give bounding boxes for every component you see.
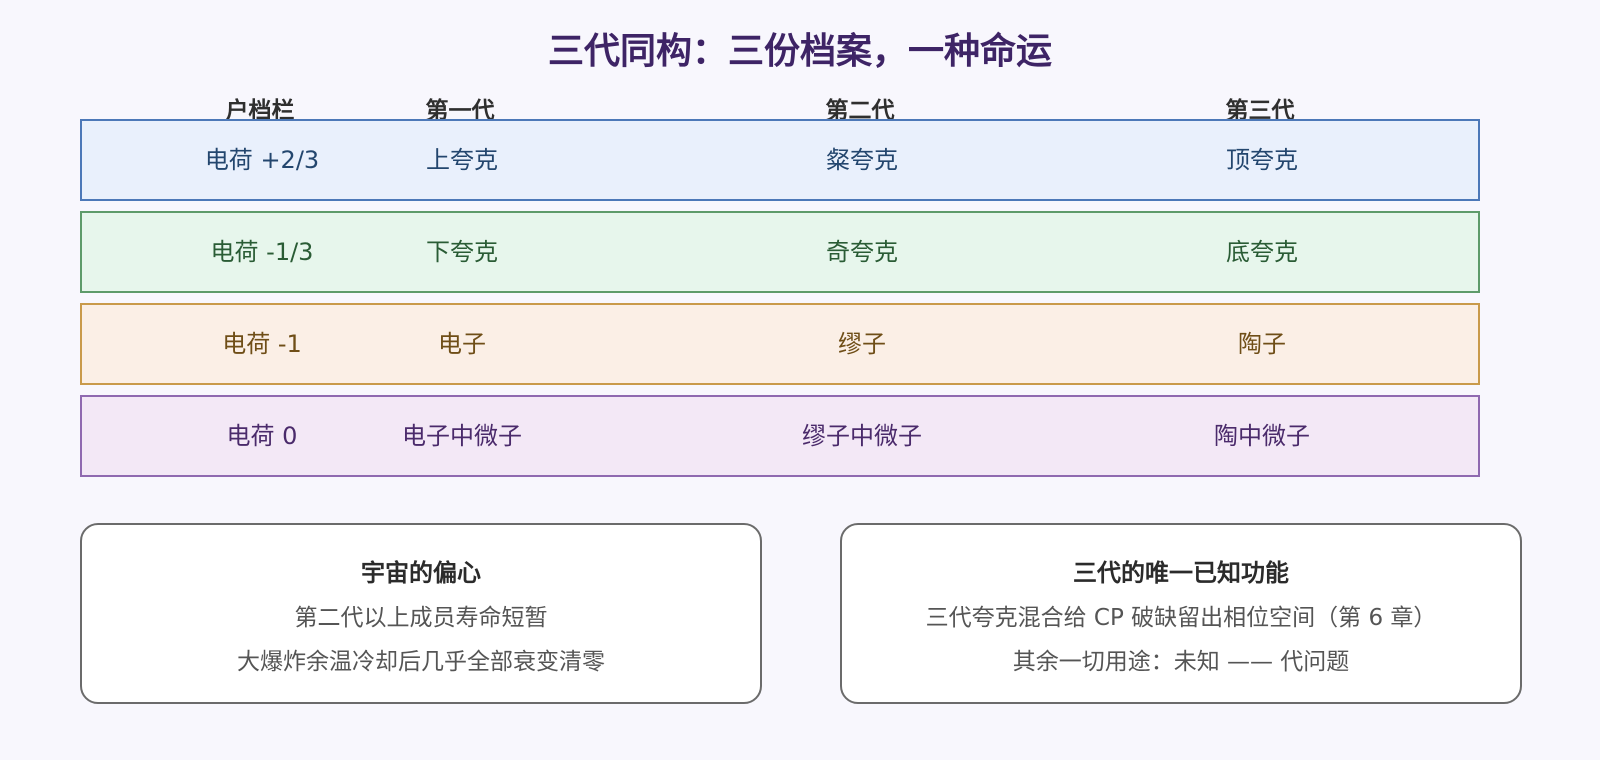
page-title: 三代同构：三份档案，一种命运 xyxy=(547,31,1052,72)
table-row-charge-minus-one-third: 电荷 -1/3 下夸克 奇夸克 底夸克 xyxy=(80,211,1480,293)
cell-generation-2: 粲夸克 xyxy=(826,146,898,174)
note-box-line: 大爆炸余温冷却后几乎全部衰变清零 xyxy=(237,649,605,675)
note-box-line: 三代夸克混合给 CP 破缺留出相位空间（第 6 章） xyxy=(925,605,1437,631)
note-box-line: 其余一切用途：未知 —— 代问题 xyxy=(1012,649,1350,675)
note-box-title: 宇宙的偏心 xyxy=(361,559,481,587)
cell-generation-1: 电子中微子 xyxy=(402,422,522,450)
note-box-title: 三代的唯一已知功能 xyxy=(1073,559,1289,587)
cell-generation-2: 缪子 xyxy=(838,330,886,358)
cell-generation-3: 顶夸克 xyxy=(1226,146,1298,174)
table-row-charge-minus-one: 电荷 -1 电子 缪子 陶子 xyxy=(80,303,1480,385)
cell-generation-3: 陶子 xyxy=(1238,330,1286,358)
cell-generation-1: 上夸克 xyxy=(426,146,498,174)
note-box-cosmic-bias: 宇宙的偏心 第二代以上成员寿命短暂 大爆炸余温冷却后几乎全部衰变清零 xyxy=(80,523,762,704)
cell-generation-3: 底夸克 xyxy=(1226,238,1298,266)
cell-generation-2: 奇夸克 xyxy=(826,238,898,266)
cell-generation-1: 下夸克 xyxy=(426,238,498,266)
note-box-known-function: 三代的唯一已知功能 三代夸克混合给 CP 破缺留出相位空间（第 6 章） 其余一… xyxy=(840,523,1522,704)
cell-generation-3: 陶中微子 xyxy=(1214,422,1310,450)
table-row-charge-plus-two-thirds: 电荷 +2/3 上夸克 粲夸克 顶夸克 xyxy=(80,119,1480,201)
cell-generation-1: 电子 xyxy=(438,330,486,358)
table-row-charge-zero: 电荷 0 电子中微子 缪子中微子 陶中微子 xyxy=(80,395,1480,477)
cell-generation-2: 缪子中微子 xyxy=(802,422,922,450)
note-box-line: 第二代以上成员寿命短暂 xyxy=(294,605,548,631)
